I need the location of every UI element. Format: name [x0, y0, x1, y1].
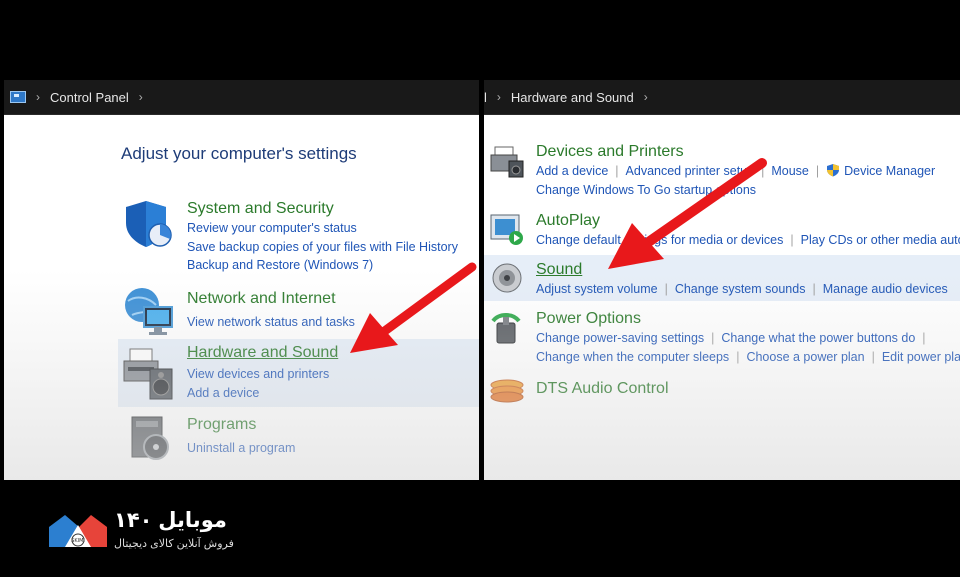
category-title[interactable]: Programs — [187, 415, 295, 435]
item-devices-printers: Devices and Printers Add a device | Advanc… — [536, 142, 935, 199]
programs-box-icon — [131, 416, 169, 460]
item-title[interactable]: DTS Audio Control — [536, 379, 669, 399]
chevron-right-icon: › — [36, 90, 40, 104]
link-row: Change default settings for media or dev… — [536, 231, 960, 250]
control-panel-window: › Control Panel › Adjust your computer's… — [4, 80, 479, 480]
link-row: Adjust system volume | Change system sound… — [536, 282, 948, 296]
link-view-devices[interactable]: View devices and printers — [187, 365, 338, 384]
item-autoplay: AutoPlay Change default settings for med… — [536, 211, 960, 250]
uac-shield-icon — [827, 164, 840, 177]
link-change-default-settings[interactable]: Change default settings for media or dev… — [536, 233, 783, 247]
link-row: Change Windows To Go startup options — [536, 181, 935, 200]
link-windows-to-go[interactable]: Change Windows To Go startup options — [536, 183, 756, 197]
breadcrumb-truncated: l — [484, 89, 487, 105]
network-globe-icon — [125, 288, 173, 335]
category-network-internet: Network and Internet View network status… — [187, 289, 355, 332]
item-sound: Sound Adjust system volume | Change system… — [536, 260, 948, 299]
hardware-sound-window: l › Hardware and Sound › Devices and Pri… — [484, 80, 960, 480]
item-title[interactable]: Devices and Printers — [536, 142, 935, 162]
address-bar[interactable]: l › Hardware and Sound › — [484, 80, 960, 115]
link-review-status[interactable]: Review your computer's status — [187, 219, 458, 238]
control-panel-icon — [10, 91, 26, 103]
dts-audio-icon — [490, 379, 524, 403]
devices-printers-icon — [490, 146, 524, 178]
item-power-options: Power Options Change power-saving settin… — [536, 309, 960, 366]
panel-shade — [484, 270, 960, 480]
shield-icon — [126, 201, 172, 247]
printer-speaker-icon — [123, 348, 173, 400]
link-play-cds[interactable]: Play CDs or other media automatically — [801, 233, 960, 247]
page-title: Adjust your computer's settings — [121, 144, 357, 163]
link-device-manager[interactable]: Device Manager — [844, 164, 935, 178]
brand-name: موبایل ۱۴۰ — [114, 509, 227, 532]
category-hardware-sound: Hardware and Sound View devices and prin… — [187, 343, 338, 402]
category-title[interactable]: System and Security — [187, 199, 458, 219]
breadcrumb-control-panel[interactable]: Control Panel — [50, 90, 129, 105]
category-programs: Programs Uninstall a program — [187, 415, 295, 458]
link-mouse[interactable]: Mouse — [771, 164, 809, 178]
brand-tagline: فروش آنلاین کالای دیجیتال — [114, 538, 234, 550]
link-power-buttons[interactable]: Change what the power buttons do — [721, 331, 915, 345]
autoplay-icon — [490, 214, 523, 245]
link-manage-audio[interactable]: Manage audio devices — [823, 282, 948, 296]
link-uninstall-program[interactable]: Uninstall a program — [187, 439, 295, 458]
item-title[interactable]: Power Options — [536, 309, 960, 329]
brand-logo: SKIMI — [49, 515, 107, 547]
item-title[interactable]: AutoPlay — [536, 211, 960, 231]
breadcrumb-hardware-sound[interactable]: Hardware and Sound — [511, 90, 634, 105]
speaker-icon — [492, 263, 522, 293]
link-edit-power-plan[interactable]: Edit power plan — [882, 350, 960, 364]
logo-text: SKIMI — [71, 538, 85, 544]
link-change-sounds[interactable]: Change system sounds — [675, 282, 806, 296]
link-adjust-volume[interactable]: Adjust system volume — [536, 282, 658, 296]
link-add-device[interactable]: Add a device — [187, 384, 338, 403]
category-title[interactable]: Network and Internet — [187, 289, 355, 309]
link-advanced-printer[interactable]: Advanced printer setup — [626, 164, 755, 178]
address-bar[interactable]: › Control Panel › — [4, 80, 479, 115]
item-title[interactable]: Sound — [536, 260, 948, 280]
link-row: Change power-saving settings | Change what… — [536, 331, 926, 345]
link-file-history[interactable]: Save backup copies of your files with Fi… — [187, 238, 458, 257]
power-options-icon — [491, 313, 521, 344]
link-backup-restore[interactable]: Backup and Restore (Windows 7) — [187, 256, 458, 275]
link-row: Change when the computer sleeps | Choose a… — [536, 348, 960, 367]
link-computer-sleeps[interactable]: Change when the computer sleeps — [536, 350, 729, 364]
link-power-saving[interactable]: Change power-saving settings — [536, 331, 704, 345]
category-title[interactable]: Hardware and Sound — [187, 343, 338, 363]
link-network-status[interactable]: View network status and tasks — [187, 313, 355, 332]
chevron-right-icon[interactable]: › — [139, 90, 143, 104]
category-system-security: System and Security Review your computer… — [187, 199, 458, 275]
link-add-device[interactable]: Add a device — [536, 164, 608, 178]
item-dts-audio: DTS Audio Control — [536, 379, 669, 399]
chevron-right-icon[interactable]: › — [644, 90, 648, 104]
chevron-right-icon: › — [496, 90, 501, 104]
link-power-plan[interactable]: Choose a power plan — [746, 350, 864, 364]
link-row: Add a device | Advanced printer setup | Mous… — [536, 164, 936, 178]
